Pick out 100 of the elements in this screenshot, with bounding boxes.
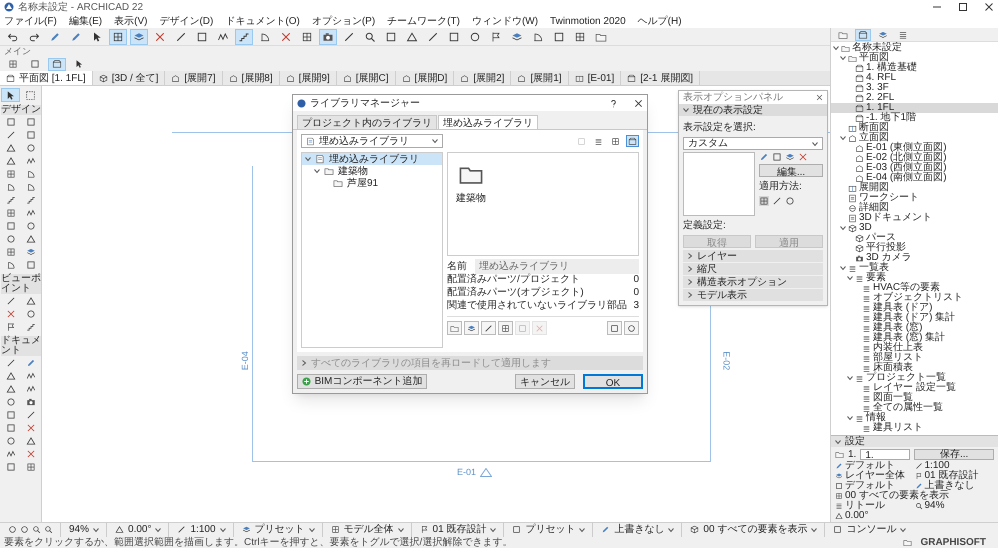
menu-item[interactable]: 編集(E) <box>68 14 102 28</box>
tree-item[interactable]: 埋め込みライブラリ <box>302 153 442 165</box>
status-field[interactable]: 上書きなし <box>592 522 674 537</box>
toolbox-section-header[interactable]: ビューポイント <box>1 274 41 294</box>
status-field-value: モデル全体 <box>344 523 394 536</box>
tree-item[interactable]: E-01 (東側立面図) <box>831 143 998 153</box>
location-dropdown[interactable]: 埋め込みライブラリ <box>301 134 443 148</box>
status-field[interactable]: 0.00° <box>106 522 162 537</box>
setting-item[interactable]: 94% <box>914 501 994 511</box>
tree-item-label: 建具表 (ドア) 集計 <box>873 313 956 323</box>
setting-item[interactable]: 0.00° <box>835 511 914 521</box>
tree-item[interactable]: 建具リスト <box>831 423 998 433</box>
setting-item[interactable]: デフォルト <box>835 481 914 491</box>
status-field[interactable]: プリセット <box>232 522 315 537</box>
setting-item[interactable]: デフォルト <box>835 461 914 471</box>
collapsible-group[interactable]: モデル表示 <box>683 289 823 301</box>
tree-item[interactable]: 一覧表 <box>831 263 998 273</box>
tree-item[interactable]: 断面図 <box>831 123 998 133</box>
dialog-button[interactable]: OK <box>583 374 643 389</box>
tree-item[interactable]: 建具表 (窓) <box>831 323 998 333</box>
menu-item[interactable]: ヘルプ(H) <box>638 14 682 28</box>
tree-item[interactable]: 全ての属性一覧 <box>831 403 998 413</box>
status-field[interactable]: 00 すべての要素を表示 <box>681 522 818 537</box>
dialog-button[interactable]: キャンセル <box>515 374 575 389</box>
tree-item[interactable]: 4. RFL <box>831 73 998 83</box>
menu-item[interactable]: ファイル(F) <box>4 14 57 28</box>
setting-item[interactable]: 00 すべての要素を表示 <box>835 491 994 501</box>
tree-item[interactable]: オブジェクトリスト <box>831 293 998 303</box>
tree-item[interactable]: 図面一覧 <box>831 393 998 403</box>
tree-item[interactable]: 3Dドキュメント <box>831 213 998 223</box>
tree-item[interactable]: 2. 2FL <box>831 93 998 103</box>
tree-item[interactable]: 立面図 <box>831 133 998 143</box>
status-message: 要素をクリックするか、範囲選択範囲を描画します。Ctrlキーを押すと、要素をトグルで選択/選択解除できます。 <box>4 536 512 548</box>
menu-item[interactable]: ドキュメント(O) <box>225 14 300 28</box>
preset-dropdown[interactable]: カスタム <box>683 137 823 150</box>
menu-item[interactable]: デザイン(D) <box>159 14 214 28</box>
status-field[interactable]: 01 既存設計 <box>410 522 496 537</box>
collapsible-group[interactable]: レイヤー <box>683 250 823 262</box>
tree-item[interactable]: E-02 (北側立面図) <box>831 153 998 163</box>
tree-item[interactable]: E-03 (西側立面図) <box>831 163 998 173</box>
view-tab[interactable]: 平面図 [1. 1FL] <box>0 71 93 85</box>
tree-item[interactable]: 建具表 (ドア) <box>831 303 998 313</box>
section-header[interactable]: 現在の表示設定 <box>679 104 827 116</box>
collapsible-group[interactable]: 構造表示オプション <box>683 276 823 288</box>
tree-item[interactable]: 建築物 <box>302 165 442 177</box>
tree-item[interactable]: 床面積表 <box>831 363 998 373</box>
setting-item[interactable]: 上書きなし <box>914 481 994 491</box>
tree-item[interactable]: 部屋リスト <box>831 353 998 363</box>
name-field[interactable]: 1. <box>860 448 910 460</box>
library-item[interactable]: 建築物 <box>456 161 486 247</box>
status-field[interactable]: コンソール <box>824 522 906 537</box>
add-button[interactable]: BIMコンポーネント追加 <box>297 374 427 389</box>
tree-item[interactable]: 3D <box>831 223 998 233</box>
tree-item[interactable]: 内装仕上表 <box>831 343 998 353</box>
tree-item-label: 詳細図 <box>859 203 889 213</box>
status-field[interactable]: モデル全体 <box>322 522 404 537</box>
status-field[interactable]: プリセット <box>503 522 586 537</box>
menu-item[interactable]: ウィンドウ(W) <box>472 14 538 28</box>
tree-item[interactable]: 展開図 <box>831 183 998 193</box>
name-field[interactable]: 埋め込みライブラリ <box>475 259 639 274</box>
section-header[interactable]: 設定 <box>831 436 998 447</box>
save-button[interactable]: 保存... <box>914 448 994 460</box>
menu-item[interactable]: オプション(P) <box>312 14 376 28</box>
toolbox-section-header[interactable]: ドキュメント <box>1 336 41 356</box>
edit-button[interactable]: 編集... <box>759 164 823 177</box>
tree-item[interactable]: 1. 構造基礎 <box>831 63 998 73</box>
menu-item[interactable]: Twinmotion 2020 <box>550 14 626 28</box>
tree-item[interactable]: 要素 <box>831 273 998 283</box>
tree-item[interactable]: E-04 (南側立面図) <box>831 173 998 183</box>
info-label: 配置済みパーツ/プロジェクト <box>447 272 580 286</box>
tree-item[interactable]: 情報 <box>831 413 998 423</box>
tree-item-label: 内装仕上表 <box>873 343 923 353</box>
toolbox-section-header[interactable]: デザイン <box>1 105 41 115</box>
tree-item[interactable]: 芦屋91 <box>302 177 442 189</box>
menu-item[interactable]: 表示(V) <box>114 14 148 28</box>
tree-item[interactable]: 3D カメラ <box>831 253 998 263</box>
tree-item[interactable]: プロジェクト一覧 <box>831 373 998 383</box>
setting-item[interactable]: 01 既存設計 <box>914 471 994 481</box>
tree-item[interactable]: -1. 地下1階 <box>831 113 998 123</box>
setting-item[interactable]: 1:100 <box>914 461 994 471</box>
tree-item[interactable]: 平行投影 <box>831 243 998 253</box>
tree-item[interactable]: 3. 3F <box>831 83 998 93</box>
tree-item[interactable]: 1. 1FL <box>831 103 998 113</box>
tree-item[interactable]: HVAC等の要素 <box>831 283 998 293</box>
tree-item[interactable]: 詳細図 <box>831 203 998 213</box>
menu-item[interactable]: チームワーク(T) <box>387 14 460 28</box>
tree-item[interactable]: 建具表 (窓) 集計 <box>831 333 998 343</box>
tree-item[interactable]: 建具表 (ドア) 集計 <box>831 313 998 323</box>
tree-item[interactable]: 平面図 <box>831 53 998 63</box>
status-field[interactable]: 1:100 <box>168 522 226 537</box>
setting-item[interactable]: レイヤー全体 <box>835 471 914 481</box>
dialog-tab[interactable]: 埋め込みライブラリ <box>438 115 538 129</box>
setting-item[interactable]: リトール <box>835 501 914 511</box>
tree-item-label: 建具表 (窓) 集計 <box>873 333 946 343</box>
collapsible-group[interactable]: 縮尺 <box>683 263 823 275</box>
tree-item[interactable]: ワークシート <box>831 193 998 203</box>
tree-item[interactable]: レイヤー 設定一覧 <box>831 383 998 393</box>
tree-item[interactable]: パース <box>831 233 998 243</box>
dialog-tab[interactable]: プロジェクト内のライブラリ <box>297 115 437 129</box>
status-field[interactable]: 94% <box>60 522 100 537</box>
